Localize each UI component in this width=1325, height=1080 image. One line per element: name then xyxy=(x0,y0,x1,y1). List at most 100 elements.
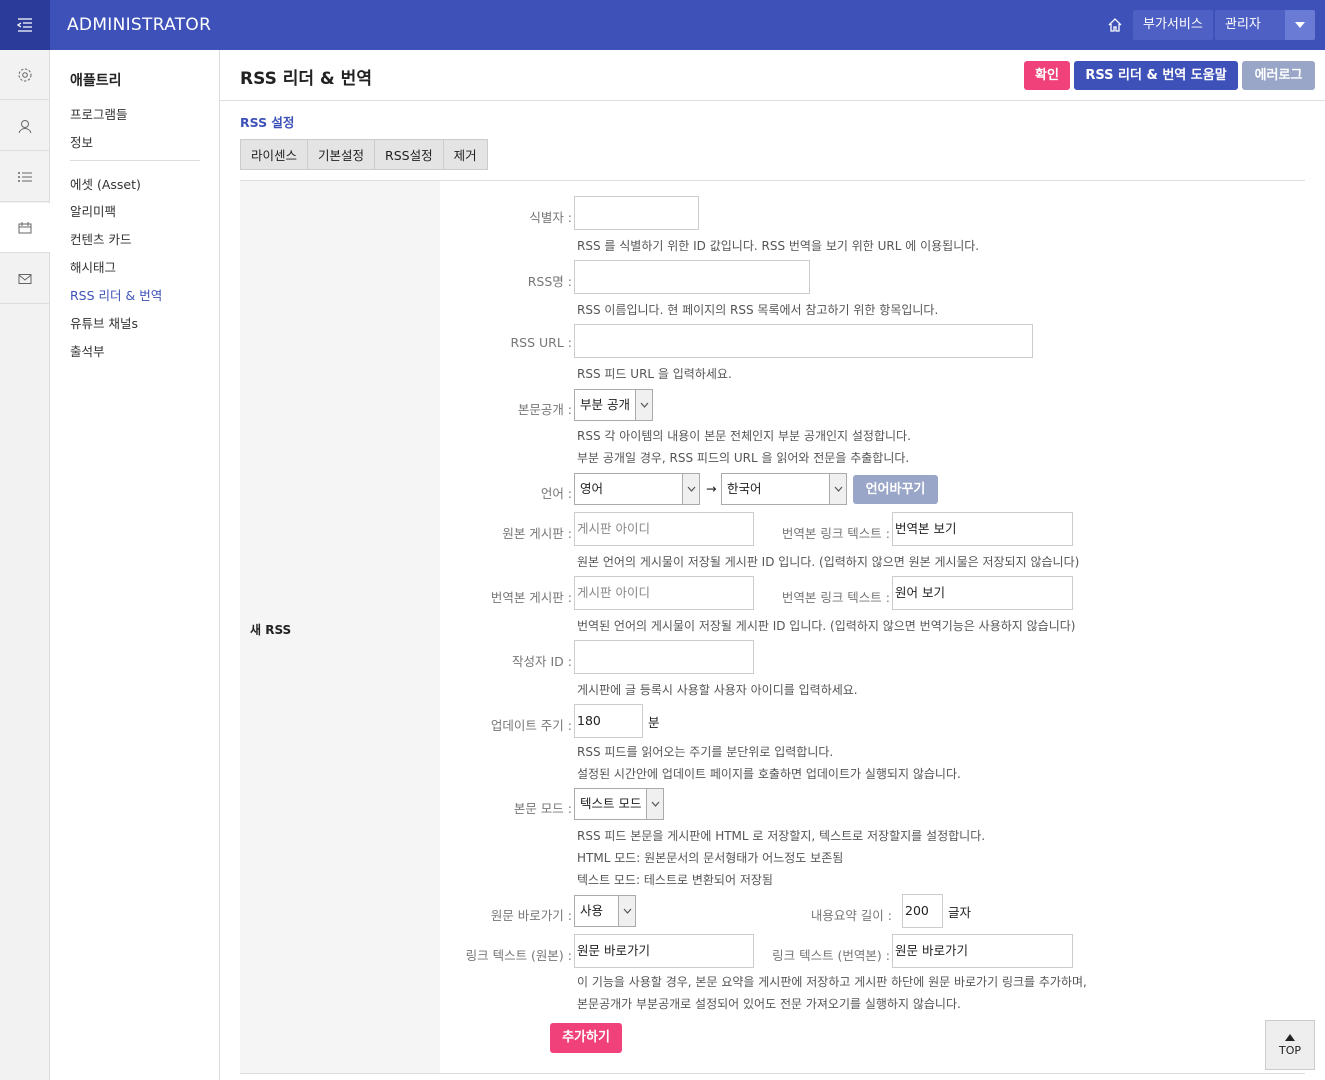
identifier-help: RSS 를 식별하기 위한 ID 값입니다. RSS 번역을 보기 위한 URL… xyxy=(577,239,980,253)
services-button[interactable]: 부가서비스 xyxy=(1133,10,1213,40)
gear-icon[interactable] xyxy=(0,50,50,100)
linktext-orig-input[interactable]: 원문 바로가기 xyxy=(574,934,754,968)
home-icon[interactable] xyxy=(1104,14,1126,36)
shortcut-label: 원문 바로가기 : xyxy=(490,908,572,923)
disclosure-select[interactable]: 부분 공개 xyxy=(574,389,653,421)
language-arrow: → xyxy=(706,481,717,496)
orig-board-help: 원본 언어의 게시물이 저장될 게시판 ID 입니다. (입력하지 않으면 원본… xyxy=(577,555,1080,569)
help-button[interactable]: RSS 리더 & 번역 도움말 xyxy=(1074,61,1238,90)
header-divider xyxy=(220,100,1325,101)
page-title: RSS 리더 & 번역 xyxy=(240,69,372,89)
sidebar-title: 애플트리 xyxy=(70,73,122,89)
shortcut-help-1: 이 기능을 사용할 경우, 본문 요약을 게시판에 저장하고 게시판 하단에 원… xyxy=(577,975,1087,989)
rssname-label: RSS명 : xyxy=(527,274,572,289)
sidebar-item-notifier[interactable]: 알리미팩 xyxy=(70,201,116,220)
rssurl-input[interactable] xyxy=(574,324,1033,358)
tab-basic-settings[interactable]: 기본설정 xyxy=(308,139,376,170)
section-label: RSS 설정 xyxy=(240,115,295,130)
disclosure-value: 부분 공개 xyxy=(580,397,630,412)
shortcut-help-2: 본문공개가 부분공개로 설정되어 있어도 전문 가져오기를 실행하지 않습니다. xyxy=(577,997,961,1011)
language-to-select[interactable]: 한국어 xyxy=(721,473,847,505)
summary-input[interactable]: 200 xyxy=(902,894,943,928)
summary-unit: 글자 xyxy=(948,905,972,920)
form-bottom-divider xyxy=(240,1073,1305,1074)
tab-rss-settings[interactable]: RSS설정 xyxy=(375,139,444,170)
new-rss-form: 새 RSS 식별자 : RSS 를 식별하기 위한 ID 값입니다. RSS 번… xyxy=(240,181,1305,1074)
language-to-value: 한국어 xyxy=(727,481,762,496)
shortcut-select[interactable]: 사용 xyxy=(574,895,636,927)
brand-title: ADMINISTRATOR xyxy=(67,15,212,35)
icon-bar xyxy=(0,50,50,1080)
scroll-top-button[interactable]: TOP xyxy=(1265,1020,1315,1070)
tab-remove[interactable]: 제거 xyxy=(443,139,488,170)
interval-unit: 분 xyxy=(648,715,660,730)
menu-toggle-icon[interactable] xyxy=(0,0,50,50)
interval-input[interactable]: 180 xyxy=(574,704,643,738)
trans-board-input[interactable]: 게시판 아이디 xyxy=(574,576,754,610)
sidebar-item-programs[interactable]: 프로그램들 xyxy=(70,104,128,123)
linktext-trans-label: 링크 텍스트 (번역본) : xyxy=(772,948,890,963)
row-header: 새 RSS xyxy=(240,181,440,1074)
orig-link-input[interactable]: 번역본 보기 xyxy=(892,512,1073,546)
sidebar-item-hashtag[interactable]: 해시태그 xyxy=(70,257,116,276)
trans-link-input[interactable]: 원어 보기 xyxy=(892,576,1073,610)
author-input[interactable] xyxy=(574,640,754,674)
interval-label: 업데이트 주기 : xyxy=(490,718,572,733)
identifier-input[interactable] xyxy=(574,196,699,230)
rssurl-help: RSS 피드 URL 을 입력하세요. xyxy=(577,367,732,381)
main-content: RSS 리더 & 번역 확인 RSS 리더 & 번역 도움말 에러로그 RSS … xyxy=(220,50,1325,1080)
language-from-select[interactable]: 영어 xyxy=(574,473,700,505)
mode-help-3: 텍스트 모드: 테스트로 변환되어 저장됨 xyxy=(577,873,773,887)
calendar-icon[interactable] xyxy=(0,203,50,253)
chevron-down-icon xyxy=(682,474,699,504)
language-from-value: 영어 xyxy=(580,481,604,496)
mode-help-2: HTML 모드: 원본문서의 문서형태가 어느정도 보존됨 xyxy=(577,851,844,865)
chevron-down-icon xyxy=(829,474,846,504)
confirm-button[interactable]: 확인 xyxy=(1024,61,1070,90)
mode-label: 본문 모드 : xyxy=(513,801,572,816)
errorlog-button[interactable]: 에러로그 xyxy=(1242,61,1315,90)
sidebar-divider xyxy=(70,160,200,161)
admin-button[interactable]: 관리자 xyxy=(1215,10,1285,40)
chevron-down-icon xyxy=(618,896,635,926)
caret-up-icon xyxy=(1285,1033,1295,1041)
orig-board-input[interactable]: 게시판 아이디 xyxy=(574,512,754,546)
rssname-input[interactable] xyxy=(574,260,810,294)
sidebar-item-attendance[interactable]: 출석부 xyxy=(70,341,105,360)
swap-language-button[interactable]: 언어바꾸기 xyxy=(853,475,938,504)
orig-link-label: 번역본 링크 텍스트 : xyxy=(781,526,890,541)
mode-select[interactable]: 텍스트 모드 xyxy=(574,788,664,820)
sidebar-item-rss[interactable]: RSS 리더 & 번역 xyxy=(70,285,162,304)
tab-license[interactable]: 라이센스 xyxy=(240,139,309,170)
sidebar-item-info[interactable]: 정보 xyxy=(70,132,93,151)
orig-board-label: 원본 게시판 : xyxy=(502,526,572,541)
linktext-orig-label: 링크 텍스트 (원본) : xyxy=(465,948,572,963)
author-label: 작성자 ID : xyxy=(512,654,572,669)
mail-icon[interactable] xyxy=(0,254,50,304)
interval-help-1: RSS 피드를 읽어오는 주기를 분단위로 입력합니다. xyxy=(577,745,834,759)
sidebar-item-content-card[interactable]: 컨텐츠 카드 xyxy=(70,229,131,248)
sidebar-item-youtube[interactable]: 유튜브 채널s xyxy=(70,313,138,332)
tab-bar: 라이센스 기본설정 RSS설정 제거 xyxy=(240,139,488,170)
disclosure-help-1: RSS 각 아이템의 내용이 본문 전체인지 부분 공개인지 설정합니다. xyxy=(577,429,911,443)
sidebar-item-asset[interactable]: 에셋 (Asset) xyxy=(70,174,141,193)
top-bar: ADMINISTRATOR 부가서비스 관리자 xyxy=(0,0,1325,50)
summary-label: 내용요약 길이 : xyxy=(810,908,892,923)
author-help: 게시판에 글 등록시 사용할 사용자 아이디를 입력하세요. xyxy=(577,683,858,697)
rssurl-label: RSS URL : xyxy=(510,335,572,350)
sidebar: 애플트리 프로그램들 정보 에셋 (Asset) 알리미팩 컨텐츠 카드 해시태… xyxy=(50,50,220,1080)
mode-value: 텍스트 모드 xyxy=(580,796,642,811)
add-button[interactable]: 추가하기 xyxy=(550,1023,622,1053)
scroll-top-label: TOP xyxy=(1278,1043,1301,1057)
trans-board-help: 번역된 언어의 게시물이 저장될 게시판 ID 입니다. (입력하지 않으면 번… xyxy=(577,619,1076,633)
caret-down-icon[interactable] xyxy=(1285,10,1315,40)
shortcut-value: 사용 xyxy=(580,903,604,918)
rssname-help: RSS 이름입니다. 현 페이지의 RSS 목록에서 참고하기 위한 항목입니다… xyxy=(577,303,939,317)
trans-link-label: 번역본 링크 텍스트 : xyxy=(781,590,890,605)
disclosure-label: 본문공개 : xyxy=(517,402,572,417)
linktext-trans-input[interactable]: 원문 바로가기 xyxy=(892,934,1073,968)
mode-help-1: RSS 피드 본문을 게시판에 HTML 로 저장할지, 텍스트로 저장할지를 … xyxy=(577,829,986,843)
interval-help-2: 설정된 시간안에 업데이트 페이지를 호출하면 업데이트가 실행되지 않습니다. xyxy=(577,767,961,781)
user-icon[interactable] xyxy=(0,101,50,151)
list-icon[interactable] xyxy=(0,152,50,202)
